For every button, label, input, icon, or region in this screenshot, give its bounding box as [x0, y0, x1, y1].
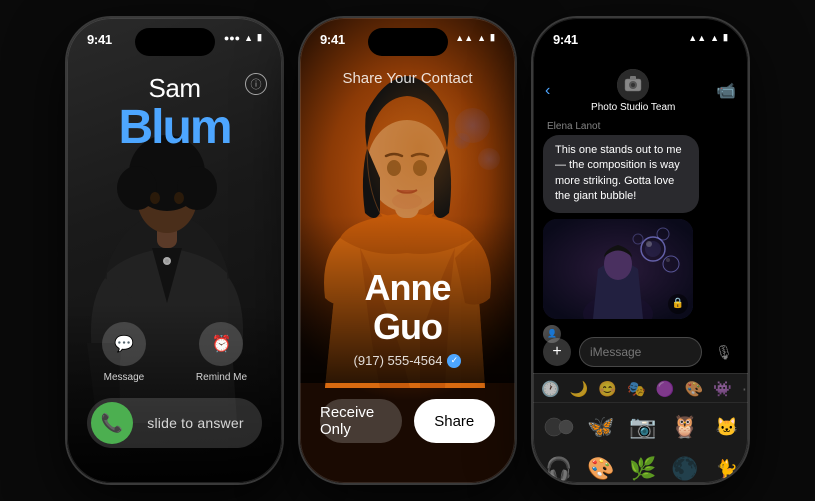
input-placeholder: iMessage	[590, 345, 641, 359]
tab-art[interactable]: 🎨	[684, 380, 703, 398]
group-name: Photo Studio Team	[591, 102, 675, 113]
tab-more[interactable]: ⋯	[742, 380, 748, 398]
phones-container: 9:41 ●●● ▲ ▮ ⓘ Sam Blum 💬 Message	[0, 0, 815, 501]
dynamic-island-1	[135, 28, 215, 56]
phone-share-contact: 9:41 ▲▲ ▲ ▮ Share Your Contact	[300, 18, 515, 483]
sticker-art-card[interactable]: 🎨	[583, 451, 619, 483]
status-icons-1: ●●● ▲ ▮	[224, 32, 262, 43]
time-display-2: 9:41	[320, 32, 345, 47]
orb-2	[478, 148, 500, 170]
group-avatar	[617, 69, 649, 101]
slide-to-answer[interactable]: 📞 slide to answer	[87, 398, 262, 448]
tab-alien[interactable]: 👾	[713, 380, 732, 398]
sticker-owl[interactable]: 🦉	[667, 409, 703, 445]
sticker-camera[interactable]: 📷	[625, 409, 661, 445]
tab-purple[interactable]: 🟣	[656, 380, 675, 398]
microphone-button[interactable]: 🎙	[710, 338, 738, 366]
contact-phone-number: (917) 555-4564	[354, 353, 443, 368]
phone-incoming-call: 9:41 ●●● ▲ ▮ ⓘ Sam Blum 💬 Message	[67, 18, 282, 483]
remind-icon-circle: ⏰	[199, 322, 243, 366]
wifi-icon-2: ▲	[477, 33, 486, 43]
battery-icon-2: ▮	[490, 32, 495, 43]
answer-thumb: 📞	[91, 402, 133, 444]
share-contact-header: Share Your Contact	[300, 70, 515, 88]
signal-icon-2: ▲▲	[455, 33, 473, 43]
sticker-tabs: 🕐 🌙 😊 🎭 🟣 🎨 👾 ⋯	[533, 374, 748, 403]
receive-only-button[interactable]: Receive Only	[320, 399, 402, 443]
tab-recents[interactable]: 🕐	[541, 380, 560, 398]
messages-area: Elena Lanot This one stands out to me — …	[533, 113, 748, 353]
status-icons-2: ▲▲ ▲ ▮	[455, 32, 495, 43]
signal-icon-3: ▲▲	[688, 33, 706, 43]
message-input-area: + iMessage 🎙	[533, 331, 748, 373]
slide-text: slide to answer	[133, 415, 258, 431]
status-icons-3: ▲▲ ▲ ▮	[688, 32, 728, 43]
header-actions: 📹	[716, 81, 736, 101]
message-label: Message	[104, 372, 145, 383]
wifi-icon-1: ▲	[244, 33, 253, 43]
orb-3	[454, 133, 470, 149]
share-button[interactable]: Share	[414, 399, 496, 443]
message-icon-circle: 💬	[102, 322, 146, 366]
action-buttons: 💬 Message ⏰ Remind Me	[67, 322, 282, 383]
verified-checkmark: ✓	[447, 354, 461, 368]
info-button[interactable]: ⓘ	[245, 73, 267, 95]
message-image-bubble: 🔒	[543, 219, 693, 319]
dynamic-island-2	[368, 28, 448, 56]
share-buttons-row: Receive Only Share	[320, 399, 495, 443]
contact-phone-row: (917) 555-4564 ✓	[300, 353, 515, 368]
phone2-screen: 9:41 ▲▲ ▲ ▮ Share Your Contact	[300, 18, 515, 483]
messages-header: ‹ Photo Studio Team �	[533, 66, 748, 116]
sticker-orbs[interactable]	[541, 409, 577, 445]
chevron-left-icon: ‹	[545, 82, 550, 100]
sticker-moon[interactable]: 🌑	[667, 451, 703, 483]
receive-only-label: Receive Only	[320, 404, 402, 438]
message-bubble-text: This one stands out to me — the composit…	[543, 135, 699, 213]
sticker-butterfly[interactable]: 🦋	[583, 409, 619, 445]
message-input-field[interactable]: iMessage	[579, 337, 702, 367]
sticker-cat[interactable]: 🐱	[709, 409, 745, 445]
sticker-cat2[interactable]: 🐈	[709, 451, 745, 483]
sticker-leaf[interactable]: 🌿	[625, 451, 661, 483]
message-action[interactable]: 💬 Message	[102, 322, 146, 383]
video-call-icon[interactable]: 📹	[716, 81, 736, 101]
contact-name-line1: Anne	[300, 268, 515, 308]
tab-night[interactable]: 🌙	[570, 380, 589, 398]
contact-name-area: Anne Guo (917) 555-4564 ✓	[300, 268, 515, 368]
wifi-icon-3: ▲	[710, 33, 719, 43]
sender-name: Elena Lanot	[547, 121, 738, 132]
time-display-1: 9:41	[87, 32, 112, 47]
tab-animoji[interactable]: 🎭	[627, 380, 646, 398]
contact-name-line2: Guo	[300, 307, 515, 347]
phone3-screen: 9:41 ▲▲ ▲ ▮ ‹	[533, 18, 748, 483]
phone-messages: 9:41 ▲▲ ▲ ▮ ‹	[533, 18, 748, 483]
group-avatar-icon	[617, 69, 649, 101]
sticker-grid: 🦋 📷 🦉 🐱 🎧 🎨 🌿 🌑 🐈	[533, 403, 748, 483]
remind-label: Remind Me	[196, 372, 247, 383]
back-button[interactable]: ‹	[545, 82, 550, 100]
phone1-screen: 9:41 ●●● ▲ ▮ ⓘ Sam Blum 💬 Message	[67, 18, 282, 483]
battery-icon-1: ▮	[257, 32, 262, 43]
remind-action[interactable]: ⏰ Remind Me	[196, 322, 247, 383]
add-attachment-button[interactable]: +	[543, 338, 571, 366]
sticker-headphones[interactable]: 🎧	[541, 451, 577, 483]
sticker-panel: 🕐 🌙 😊 🎭 🟣 🎨 👾 ⋯ 🦋 📷 🦉 🐱	[533, 373, 748, 483]
dynamic-island-3	[601, 28, 681, 56]
time-display-3: 9:41	[553, 32, 578, 47]
signal-icon-1: ●●●	[224, 33, 240, 43]
image-lock-icon: 🔒	[668, 294, 688, 314]
group-info[interactable]: Photo Studio Team	[591, 69, 675, 113]
share-label: Share	[434, 413, 474, 430]
caller-last-name: Blum	[67, 104, 282, 152]
tab-emoji[interactable]: 😊	[598, 380, 617, 398]
battery-icon-3: ▮	[723, 32, 728, 43]
share-header-text: Share Your Contact	[342, 70, 472, 87]
